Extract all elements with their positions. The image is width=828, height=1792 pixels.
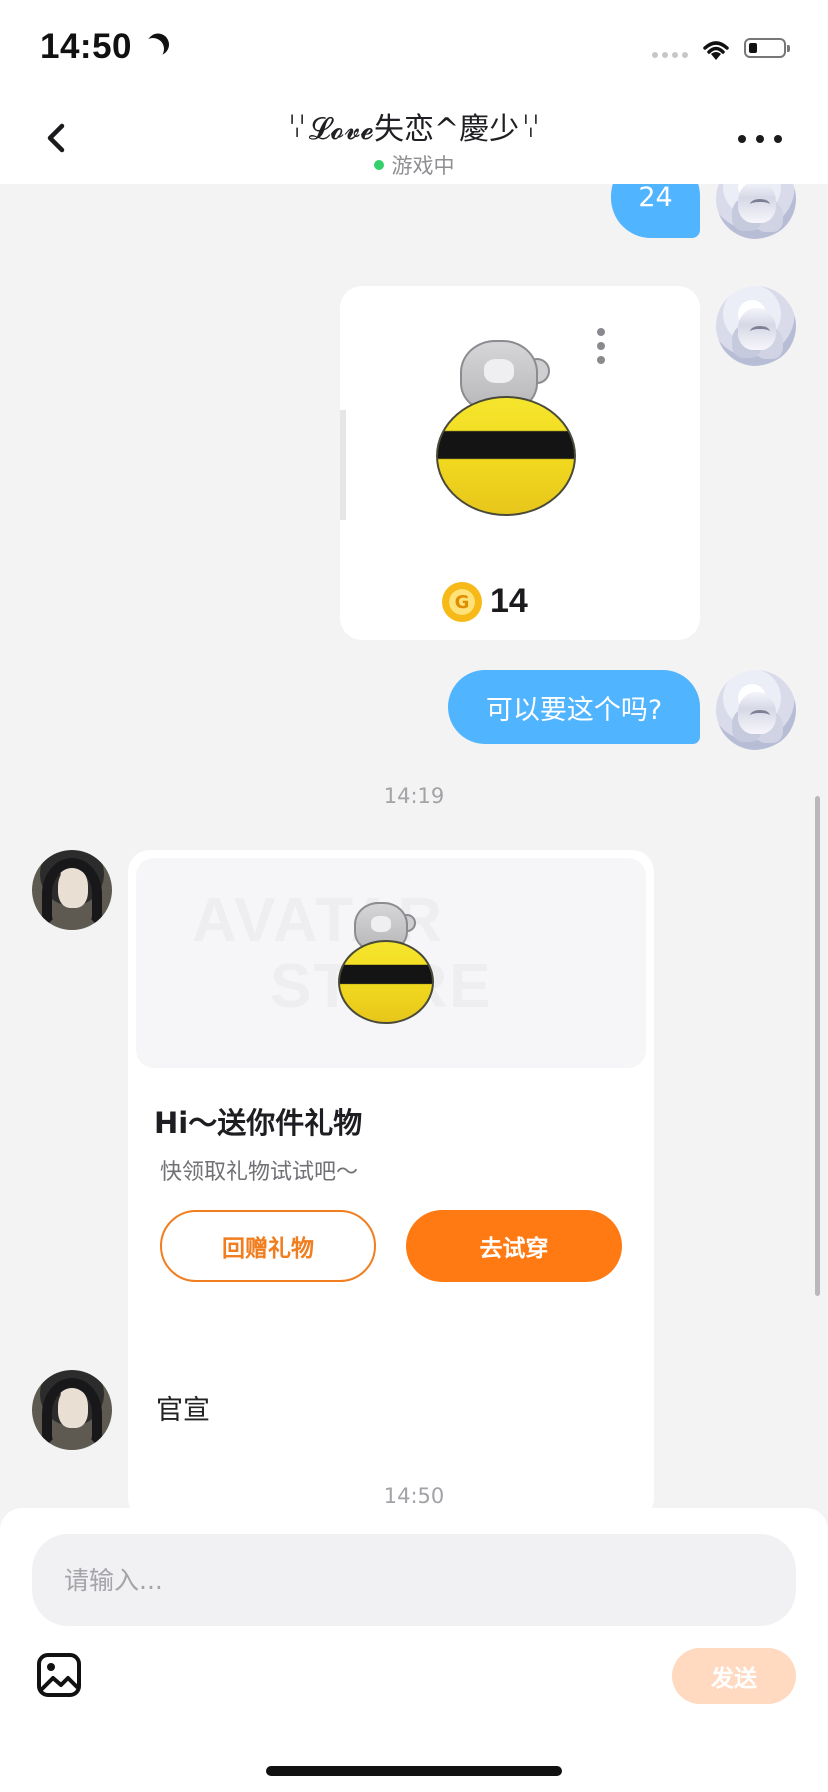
online-dot-icon [373,160,384,170]
peer-avatar[interactable] [32,850,112,930]
gift-banner: AVATARSTORE [136,858,646,1068]
self-avatar[interactable] [716,670,796,750]
message-list[interactable]: 24 G 14 可以要这个吗? 14:19 AVATARSTORE [0,184,828,1508]
return-gift-button[interactable]: 回赠礼物 [160,1210,376,1282]
item-card-edge [340,410,346,520]
status-time: 14:50 [40,27,133,66]
signal-icon [652,52,688,58]
item-price: 14 [490,582,528,620]
chat-title: ꈌ𝓛𝓸𝓿𝓮失恋^慶少ꈌ [285,112,543,147]
peer-avatar[interactable] [32,1370,112,1450]
more-options-icon[interactable] [738,132,782,146]
message-bubble-outgoing[interactable]: 24 [611,184,700,238]
message-text: 可以要这个吗? [485,694,663,726]
bee-costume-image [436,340,576,520]
timestamp: 14:19 [383,784,445,808]
self-avatar[interactable] [716,184,796,239]
wifi-icon [703,41,729,60]
item-card[interactable]: G 14 [340,286,700,640]
timestamp: 14:50 [383,1484,445,1508]
message-bubble-outgoing[interactable]: 可以要这个吗? [448,670,700,744]
item-more-icon[interactable] [597,328,605,364]
coin-icon: G [442,582,482,622]
self-avatar[interactable] [716,286,796,366]
scrollbar[interactable] [815,796,820,1296]
online-status: 游戏中 [0,150,828,180]
moon-icon [140,36,167,63]
image-picker-icon[interactable] [36,1652,82,1698]
chat-header: ꈌ𝓛𝓸𝓿𝓮失恋^慶少ꈌ 游戏中 [0,92,828,184]
try-on-button[interactable]: 去试穿 [406,1210,622,1282]
composer: 发送 [0,1508,828,1792]
message-bubble-incoming[interactable]: 官宣 [128,1370,238,1444]
battery-icon [744,38,790,58]
gift-title: Hi～送你件礼物 [154,1106,363,1140]
gift-subtitle: 快领取礼物试试吧～ [160,1160,359,1185]
online-status-label: 游戏中 [391,154,455,178]
message-input[interactable] [32,1534,796,1626]
status-bar: 14:50 [0,0,828,92]
home-indicator[interactable] [266,1766,562,1776]
send-button[interactable]: 发送 [672,1648,796,1704]
message-text: 24 [638,184,673,213]
message-text: 官宣 [156,1394,210,1426]
